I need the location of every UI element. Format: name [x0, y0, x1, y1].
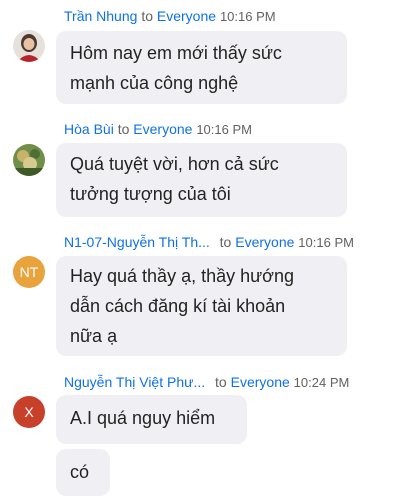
recipient-name[interactable]: Everyone	[133, 121, 192, 137]
message-header: Trần Nhung to Everyone 10:16 PM	[64, 8, 276, 24]
message-line: Quá tuyệt vời, hơn cả sức	[70, 154, 279, 174]
message-header: Nguyễn Thị Việt Phư... to Everyone 10:24…	[64, 374, 349, 390]
sender-name[interactable]: Trần Nhung	[64, 8, 137, 24]
to-label: to	[215, 374, 227, 390]
avatar-initials: NT	[19, 264, 39, 280]
message-header: Hòa Bùi to Everyone 10:16 PM	[64, 121, 252, 137]
sender-name[interactable]: Hòa Bùi	[64, 121, 114, 137]
avatar: NT	[13, 256, 45, 288]
to-label: to	[117, 121, 130, 137]
recipient-name[interactable]: Everyone	[231, 374, 290, 390]
to-label: to	[141, 8, 153, 24]
message-time: 10:24 PM	[293, 375, 350, 390]
message-time: 10:16 PM	[219, 9, 276, 24]
avatar: X	[13, 396, 45, 428]
message-header: N1-07-Nguyễn Thị Th... to Everyone 10:16…	[64, 234, 354, 250]
message-bubble[interactable]: Hay quá thầy ạ, thầy hướng dẫn cách đăng…	[56, 256, 347, 356]
avatar	[13, 30, 45, 62]
message-time: 10:16 PM	[196, 122, 252, 137]
message-line: có	[70, 462, 90, 482]
message-bubble[interactable]: Quá tuyệt vời, hơn cả sức tưởng tượng củ…	[56, 143, 347, 217]
message-line: Hay quá thầy ạ, thầy hướng	[70, 266, 294, 286]
message-line: A.I quá nguy hiểm	[70, 408, 216, 428]
photo-avatar-icon	[13, 144, 45, 176]
message-line: dẫn cách đăng kí tài khoản	[70, 296, 286, 316]
recipient-name[interactable]: Everyone	[235, 234, 294, 250]
message-time: 10:16 PM	[298, 235, 354, 250]
message-bubble[interactable]: có	[56, 449, 110, 496]
message-line: Hôm nay em mới thấy sức	[70, 43, 282, 63]
message-line: tưởng tượng của tôi	[70, 184, 231, 204]
message-line: mạnh của công nghệ	[70, 73, 239, 93]
avatar	[13, 144, 45, 176]
avatar-initials: X	[24, 404, 34, 420]
sender-name[interactable]: N1-07-Nguyễn Thị Th...	[64, 234, 210, 250]
sender-name[interactable]: Nguyễn Thị Việt Phư...	[64, 374, 205, 390]
message-line: nữa ạ	[70, 326, 118, 346]
message-bubble[interactable]: A.I quá nguy hiểm	[56, 395, 247, 444]
recipient-name[interactable]: Everyone	[157, 8, 216, 24]
to-label: to	[219, 234, 232, 250]
message-bubble[interactable]: Hôm nay em mới thấy sức mạnh của công ng…	[56, 31, 347, 104]
photo-avatar-icon	[13, 30, 45, 62]
